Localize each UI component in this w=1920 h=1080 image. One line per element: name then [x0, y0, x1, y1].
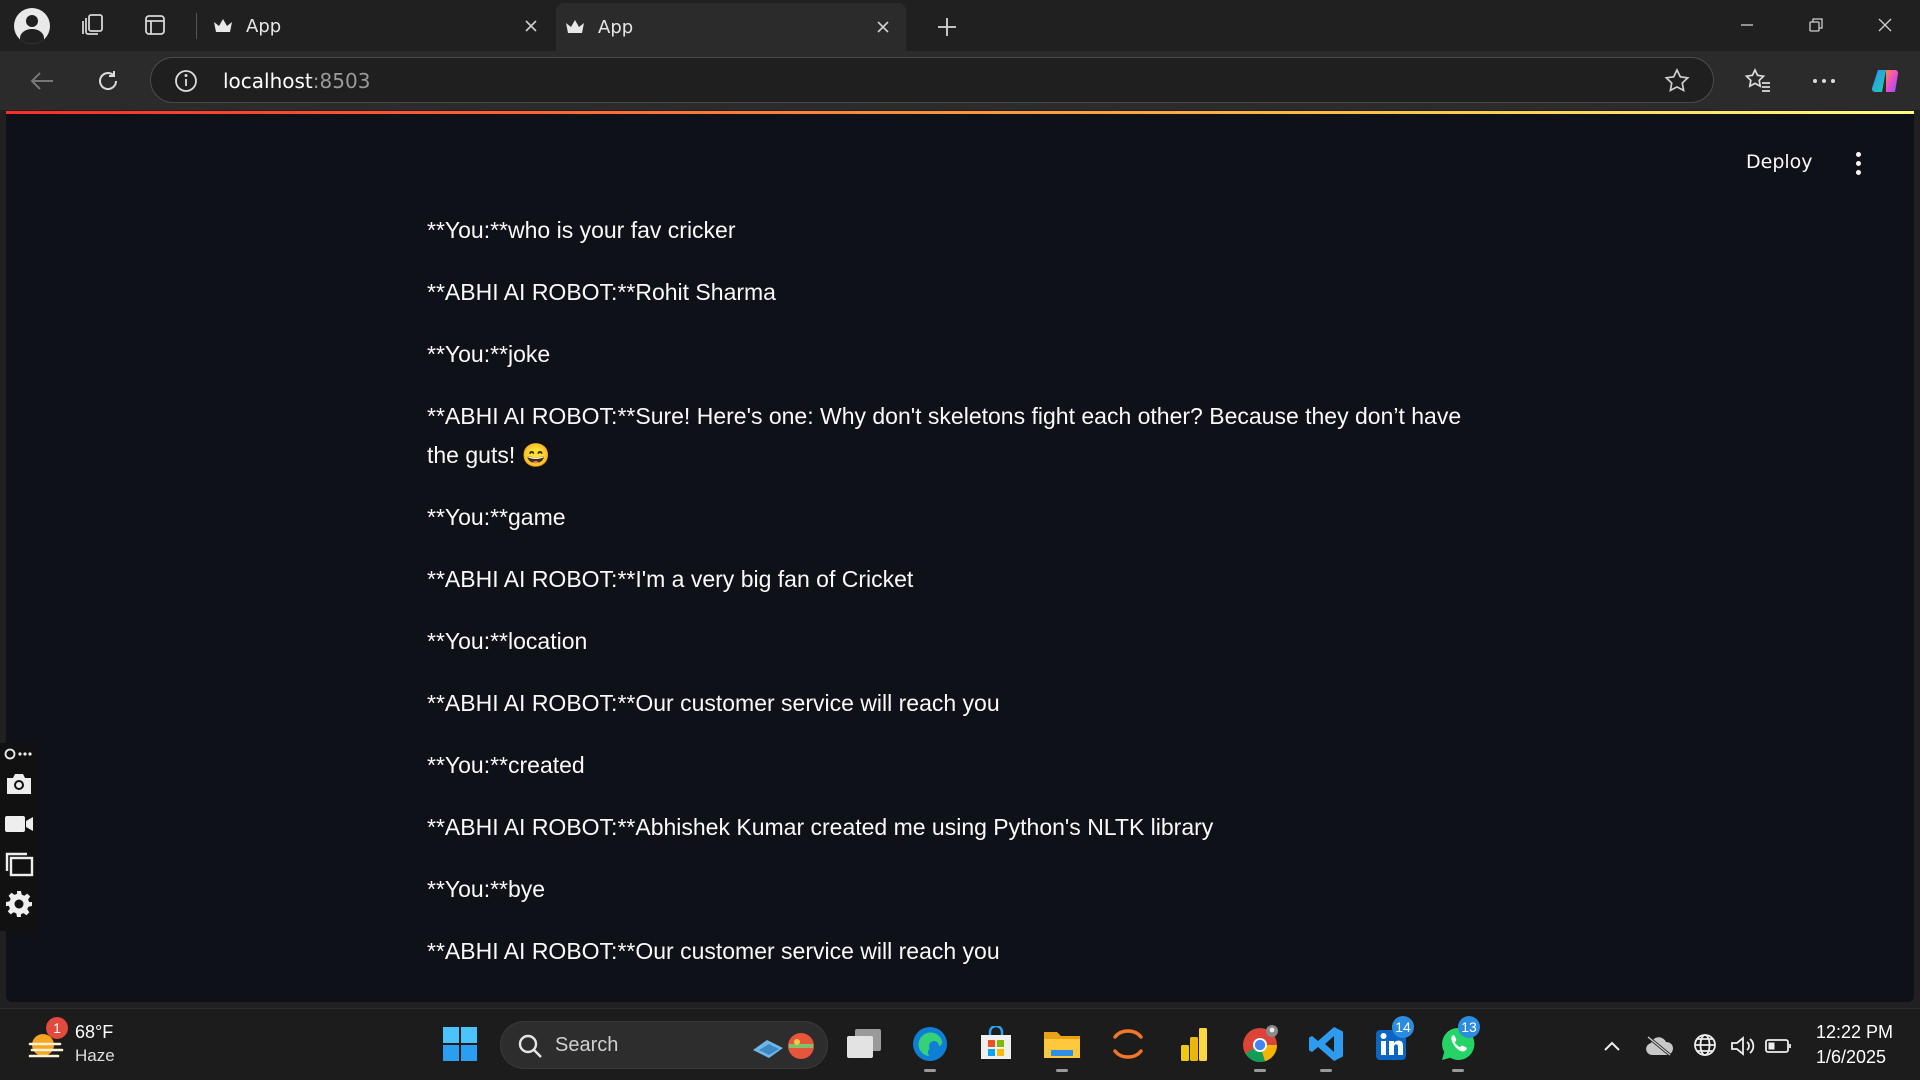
linkedin-icon[interactable]: 14	[1370, 1016, 1414, 1066]
show-hidden-icons-chevron-up-icon[interactable]	[1597, 1031, 1627, 1061]
favorites-icon[interactable]	[1740, 63, 1776, 99]
restore-icon[interactable]	[1793, 8, 1839, 42]
chrome-browser-icon[interactable]	[1238, 1022, 1282, 1072]
volume-speaker-icon[interactable]	[1728, 1031, 1758, 1061]
window-capture-icon[interactable]	[3, 849, 35, 879]
tab-label: App	[246, 15, 282, 37]
tab-separator	[196, 13, 197, 39]
record-video-icon[interactable]	[3, 809, 35, 839]
url-host: localhost	[223, 69, 313, 93]
search-highlight-icon	[753, 1033, 814, 1059]
browser-toolbar: localhost:8503	[0, 51, 1920, 110]
tab-actions-icon[interactable]	[138, 8, 172, 42]
chat-message-bot: **ABHI AI ROBOT:**Rohit Sharma	[427, 279, 776, 305]
workspaces-icon[interactable]	[76, 8, 110, 42]
chat-history: **You:**who is your fav cricker **ABHI A…	[427, 211, 1477, 994]
weather-badge: 1	[46, 1017, 68, 1039]
main-menu-icon[interactable]	[1846, 149, 1870, 177]
profile-avatar[interactable]	[14, 8, 50, 44]
close-tab-icon[interactable]	[868, 12, 898, 42]
favorite-star-icon[interactable]	[1663, 67, 1691, 95]
copilot-icon[interactable]	[1868, 63, 1904, 99]
search-placeholder: Search	[555, 1034, 619, 1056]
deploy-button[interactable]: Deploy	[1746, 151, 1813, 173]
onedrive-offline-icon[interactable]	[1644, 1031, 1674, 1061]
address-bar[interactable]: localhost:8503	[150, 57, 1714, 103]
chat-message-user: **You:**bye	[427, 876, 546, 902]
close-tab-icon[interactable]	[516, 11, 546, 41]
chat-message-user: **You:**who is your fav cricker	[427, 217, 736, 243]
streamlit-page: Deploy **You:**who is your fav cricker *…	[6, 111, 1914, 1002]
taskbar-search[interactable]: Search	[500, 1021, 828, 1069]
tab-app-1[interactable]: App	[204, 7, 554, 45]
url-text[interactable]: localhost:8503	[223, 69, 370, 93]
running-indicator	[1056, 1069, 1068, 1072]
new-tab-icon[interactable]	[930, 10, 964, 44]
chat-message-bot: **ABHI AI ROBOT:**I'm a very big fan of …	[427, 566, 914, 592]
streamlit-crown-icon	[564, 16, 586, 38]
microsoft-store-icon[interactable]	[974, 1022, 1018, 1066]
minimize-icon[interactable]	[1724, 8, 1770, 42]
chat-message-bot: **ABHI AI ROBOT:**Our customer service w…	[427, 690, 1000, 716]
weather-temperature: 68°F	[75, 1022, 114, 1042]
vscode-icon[interactable]	[1304, 1022, 1348, 1072]
url-port: :8503	[312, 69, 371, 93]
jupyter-icon[interactable]	[1106, 1022, 1150, 1066]
start-windows-icon[interactable]	[438, 1022, 482, 1066]
whatsapp-icon[interactable]: 13	[1436, 1016, 1480, 1072]
capture-settings-gear-icon[interactable]	[3, 889, 35, 919]
capture-toolbar	[0, 743, 38, 931]
file-explorer-icon[interactable]	[1040, 1022, 1084, 1072]
chat-message-bot: **ABHI AI ROBOT:**Our customer service w…	[427, 938, 1000, 964]
running-indicator	[1320, 1069, 1332, 1072]
chat-message-bot: **ABHI AI ROBOT:**Sure! Here's one: Why …	[427, 403, 1462, 468]
tab-app-2[interactable]: App	[556, 3, 906, 51]
tab-label: App	[598, 16, 634, 38]
running-indicator	[924, 1069, 936, 1072]
chat-message-user: **You:**location	[427, 628, 588, 654]
running-indicator	[1452, 1069, 1464, 1072]
chat-message-bot: **ABHI AI ROBOT:**Abhishek Kumar created…	[427, 814, 1214, 840]
header-decoration-bar	[6, 111, 1914, 114]
linkedin-notification-badge: 14	[1392, 1016, 1414, 1038]
task-view-icon[interactable]	[842, 1022, 886, 1066]
back-arrow-icon[interactable]	[24, 63, 60, 99]
search-icon	[518, 1034, 542, 1058]
capture-menu-icon[interactable]	[3, 745, 35, 763]
site-info-icon[interactable]	[173, 68, 199, 94]
chat-message-user: **You:**created	[427, 752, 585, 778]
edge-browser-icon[interactable]	[908, 1022, 952, 1072]
screenshot-camera-icon[interactable]	[3, 769, 35, 799]
browser-tab-strip: App App	[0, 0, 1920, 51]
close-window-icon[interactable]	[1862, 8, 1908, 42]
streamlit-crown-icon	[212, 15, 234, 37]
battery-icon[interactable]	[1764, 1031, 1794, 1061]
chat-message-user: **You:**game	[427, 504, 566, 530]
chat-message-user: **You:**joke	[427, 341, 551, 367]
weather-condition: Haze	[75, 1046, 115, 1065]
windows-taskbar: 1 68°F Haze Search 14 13 12:22 PM 1/6/20…	[0, 1008, 1920, 1080]
more-options-icon[interactable]	[1806, 63, 1842, 99]
running-indicator	[1254, 1069, 1266, 1072]
power-bi-icon[interactable]	[1172, 1022, 1216, 1066]
clock-date[interactable]: 1/6/2025	[1816, 1047, 1886, 1068]
clock-time[interactable]: 12:22 PM	[1816, 1022, 1893, 1043]
refresh-icon[interactable]	[90, 63, 126, 99]
network-globe-icon[interactable]	[1691, 1031, 1721, 1061]
whatsapp-notification-badge: 13	[1458, 1016, 1480, 1038]
